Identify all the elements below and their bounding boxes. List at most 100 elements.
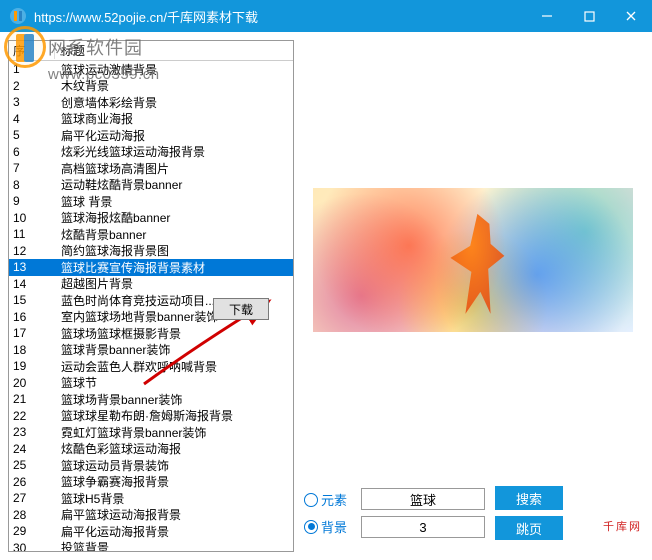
minimize-button[interactable]	[526, 0, 568, 32]
app-icon	[8, 6, 28, 26]
row-title: 篮球运动员背景装饰	[55, 457, 293, 474]
row-seq: 27	[9, 491, 55, 505]
row-seq: 3	[9, 95, 55, 109]
table-row[interactable]: 22篮球球星勒布朗·詹姆斯海报背景	[9, 408, 293, 425]
row-seq: 4	[9, 112, 55, 126]
table-row[interactable]: 7高档篮球场高清图片	[9, 160, 293, 177]
table-row[interactable]: 2木纹背景	[9, 78, 293, 95]
row-seq: 13	[9, 260, 55, 274]
table-row[interactable]: 20篮球节	[9, 375, 293, 392]
row-seq: 1	[9, 62, 55, 76]
table-row[interactable]: 6炫彩光线篮球运动海报背景	[9, 144, 293, 161]
table-row[interactable]: 24炫酷色彩篮球运动海报	[9, 441, 293, 458]
window-controls	[526, 0, 652, 32]
row-seq: 6	[9, 145, 55, 159]
row-seq: 12	[9, 244, 55, 258]
bottom-controls: 元素 背景 搜索 跳页	[302, 480, 644, 552]
row-title: 扁平篮球运动海报背景	[55, 506, 293, 523]
radio-element[interactable]: 元素	[304, 490, 347, 509]
table-row[interactable]: 5扁平化运动海报	[9, 127, 293, 144]
table-row[interactable]: 3创意墙体彩绘背景	[9, 94, 293, 111]
table-row[interactable]: 19运动会蓝色人群欢呼呐喊背景	[9, 358, 293, 375]
row-title: 投篮背景	[55, 539, 293, 551]
row-seq: 26	[9, 475, 55, 489]
row-title: 篮球球星勒布朗·詹姆斯海报背景	[55, 407, 293, 424]
row-title: 霓虹灯篮球背景banner装饰	[55, 424, 293, 441]
row-title: 运动鞋炫酷背景banner	[55, 176, 293, 193]
table-row[interactable]: 27篮球H5背景	[9, 490, 293, 507]
row-title: 扁平化运动海报背景	[55, 523, 293, 540]
row-seq: 11	[9, 227, 55, 241]
results-list: 序 标题 1篮球运动激情背景2木纹背景3创意墙体彩绘背景4篮球商业海报5扁平化运…	[8, 40, 294, 552]
row-title: 高档篮球场高清图片	[55, 160, 293, 177]
row-title: 篮球场篮球框摄影背景	[55, 325, 293, 342]
brand-label: 千库网	[603, 518, 642, 534]
table-row[interactable]: 18篮球背景banner装饰	[9, 342, 293, 359]
row-seq: 29	[9, 524, 55, 538]
table-row[interactable]: 1篮球运动激情背景	[9, 61, 293, 78]
radio-dot-icon	[304, 520, 318, 534]
row-seq: 24	[9, 442, 55, 456]
page-input[interactable]	[361, 516, 485, 538]
close-button[interactable]	[610, 0, 652, 32]
table-row[interactable]: 30投篮背景	[9, 540, 293, 552]
table-row[interactable]: 11炫酷背景banner	[9, 226, 293, 243]
row-seq: 21	[9, 392, 55, 406]
row-title: 简约篮球海报背景图	[55, 242, 293, 259]
row-title: 炫酷背景banner	[55, 226, 293, 243]
table-row[interactable]: 21篮球场背景banner装饰	[9, 391, 293, 408]
header-seq[interactable]: 序	[9, 42, 55, 59]
table-row[interactable]: 4篮球商业海报	[9, 111, 293, 128]
radio-background-label: 背景	[321, 517, 347, 536]
table-row[interactable]: 9篮球 背景	[9, 193, 293, 210]
row-title: 运动会蓝色人群欢呼呐喊背景	[55, 358, 293, 375]
row-title: 篮球背景banner装饰	[55, 341, 293, 358]
row-seq: 9	[9, 194, 55, 208]
search-button[interactable]: 搜索	[495, 486, 563, 510]
row-seq: 19	[9, 359, 55, 373]
preview-pane	[302, 40, 644, 480]
row-title: 篮球运动激情背景	[55, 61, 293, 78]
table-row[interactable]: 17篮球场篮球框摄影背景	[9, 325, 293, 342]
row-seq: 18	[9, 343, 55, 357]
table-row[interactable]: 29扁平化运动海报背景	[9, 523, 293, 540]
table-row[interactable]: 12简约篮球海报背景图	[9, 243, 293, 260]
radio-dot-icon	[304, 493, 318, 507]
table-row[interactable]: 26篮球争霸赛海报背景	[9, 474, 293, 491]
table-row[interactable]: 10篮球海报炫酷banner	[9, 210, 293, 227]
row-title: 炫彩光线篮球运动海报背景	[55, 143, 293, 160]
row-seq: 17	[9, 326, 55, 340]
maximize-button[interactable]	[568, 0, 610, 32]
row-title: 篮球H5背景	[55, 490, 293, 507]
row-seq: 20	[9, 376, 55, 390]
table-row[interactable]: 8运动鞋炫酷背景banner	[9, 177, 293, 194]
search-input[interactable]	[361, 488, 485, 510]
row-title: 木纹背景	[55, 77, 293, 94]
row-title: 篮球场背景banner装饰	[55, 391, 293, 408]
row-title: 炫酷色彩篮球运动海报	[55, 440, 293, 457]
type-radio-group: 元素 背景	[304, 490, 347, 536]
row-seq: 22	[9, 409, 55, 423]
row-seq: 2	[9, 79, 55, 93]
table-row[interactable]: 25篮球运动员背景装饰	[9, 457, 293, 474]
table-row[interactable]: 13篮球比赛宣传海报背景素材	[9, 259, 293, 276]
download-button[interactable]: 下载	[213, 298, 269, 320]
row-seq: 16	[9, 310, 55, 324]
row-seq: 30	[9, 541, 55, 551]
row-title: 篮球比赛宣传海报背景素材	[55, 259, 293, 276]
titlebar: https://www.52pojie.cn/千库网素材下载	[0, 0, 652, 32]
row-title: 扁平化运动海报	[55, 127, 293, 144]
table-row[interactable]: 23霓虹灯篮球背景banner装饰	[9, 424, 293, 441]
row-title: 超越图片背景	[55, 275, 293, 292]
row-seq: 23	[9, 425, 55, 439]
jump-page-button[interactable]: 跳页	[495, 516, 563, 540]
header-title[interactable]: 标题	[55, 42, 293, 59]
row-seq: 5	[9, 128, 55, 142]
row-title: 创意墙体彩绘背景	[55, 94, 293, 111]
table-row[interactable]: 28扁平篮球运动海报背景	[9, 507, 293, 524]
table-row[interactable]: 14超越图片背景	[9, 276, 293, 293]
row-seq: 15	[9, 293, 55, 307]
row-seq: 25	[9, 458, 55, 472]
radio-background[interactable]: 背景	[304, 517, 347, 536]
row-title: 篮球海报炫酷banner	[55, 209, 293, 226]
